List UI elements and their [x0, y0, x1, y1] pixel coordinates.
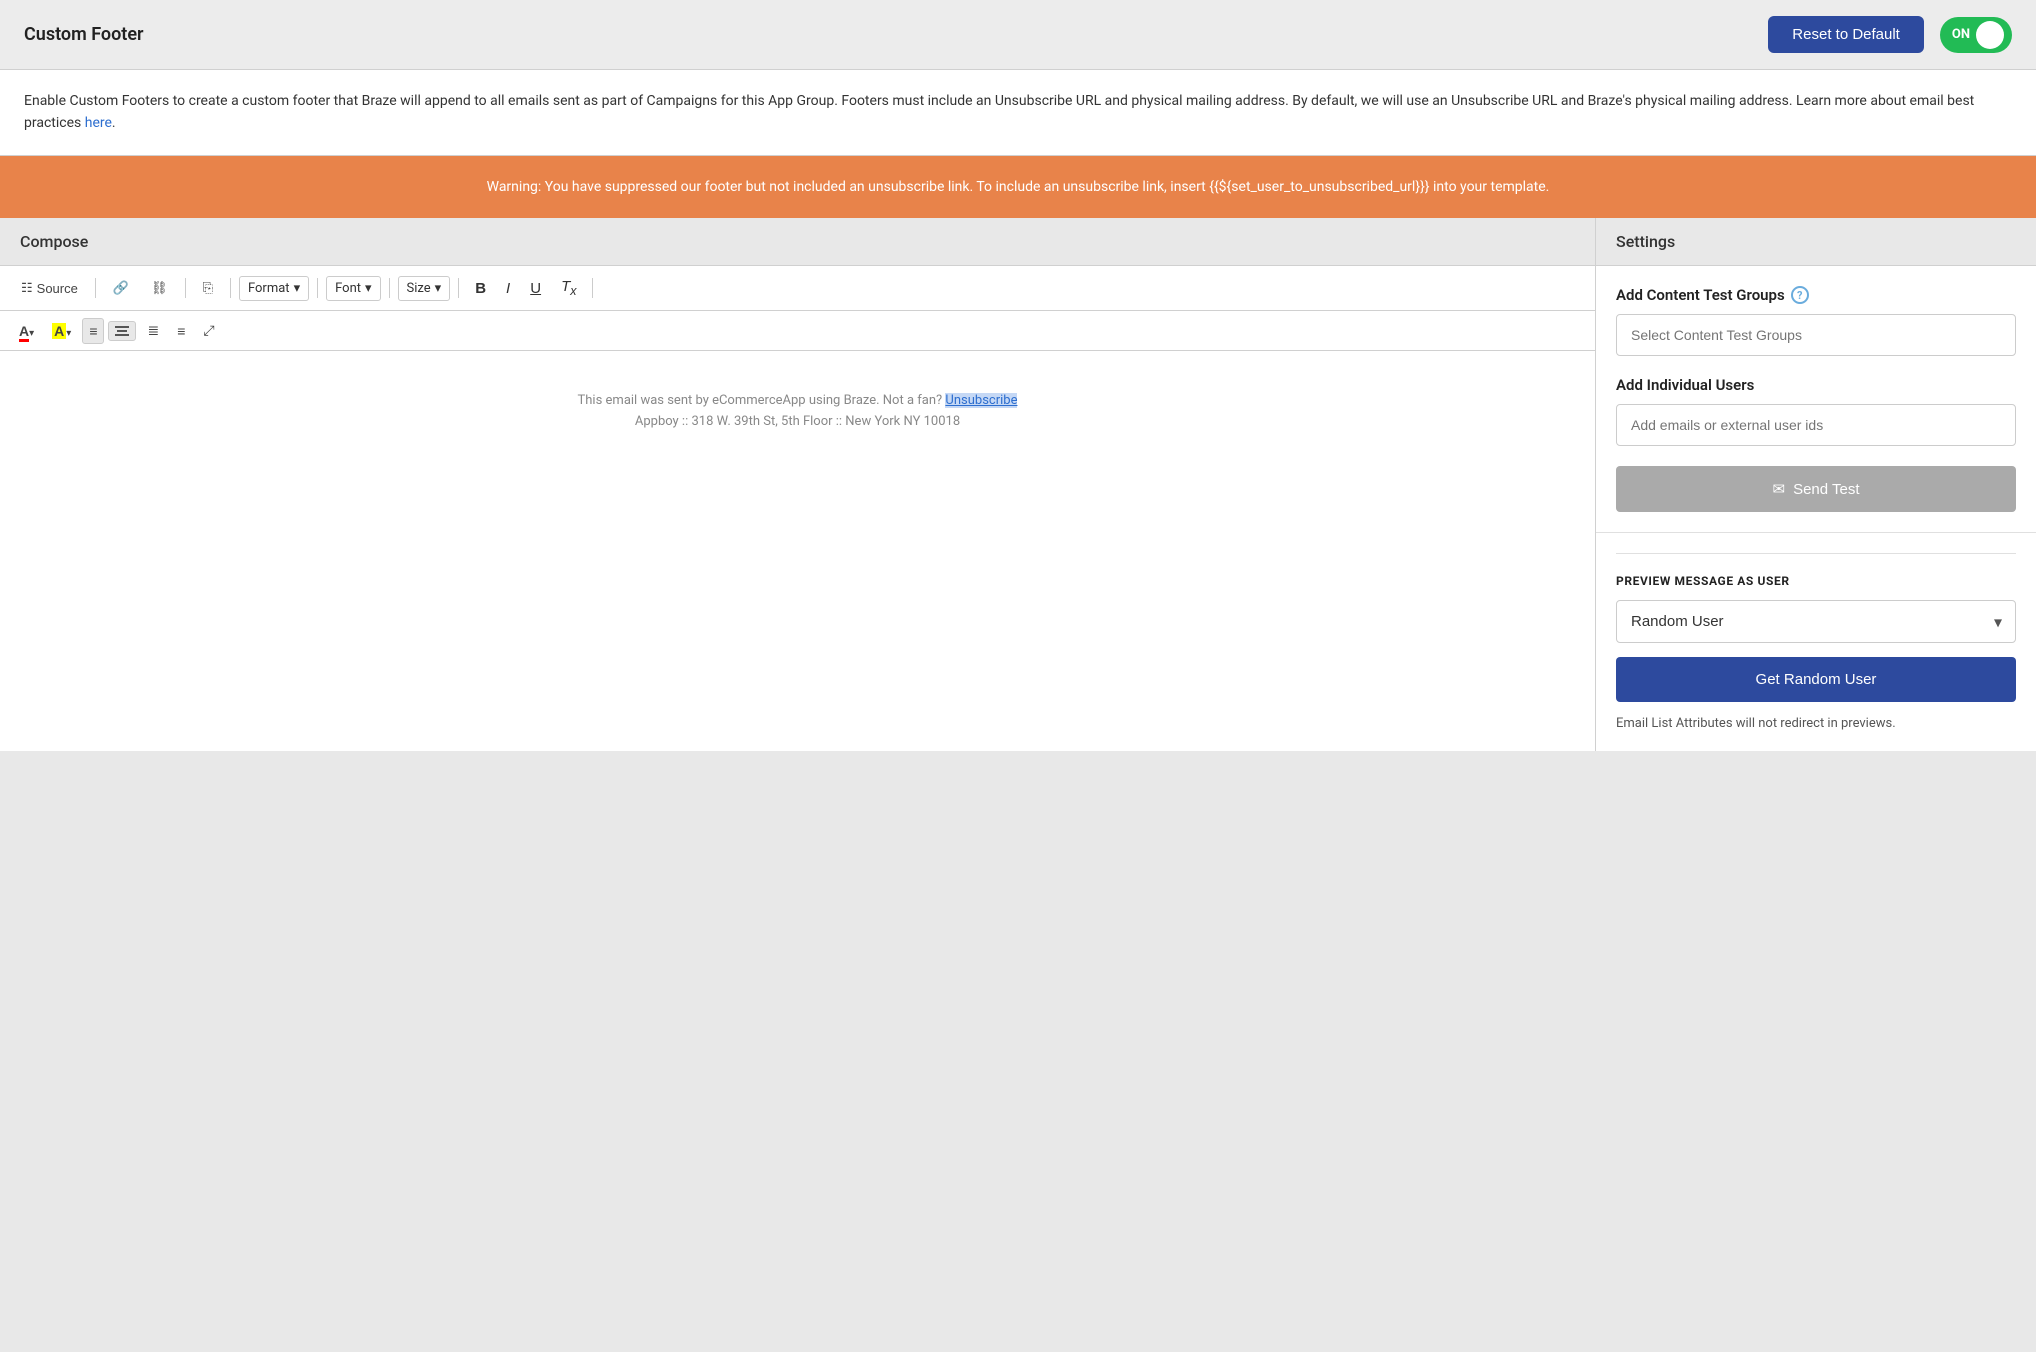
- warning-text: Warning: You have suppressed our footer …: [487, 179, 1550, 195]
- source-icon: ☷: [21, 280, 33, 296]
- preview-label: PREVIEW MESSAGE AS USER: [1616, 574, 2016, 588]
- format-select[interactable]: Format ▾: [239, 276, 309, 301]
- unsubscribe-link[interactable]: Unsubscribe: [945, 393, 1017, 408]
- header-actions: Reset to Default ON: [1768, 16, 2012, 53]
- reset-default-button[interactable]: Reset to Default: [1768, 16, 1924, 53]
- image-button[interactable]: ⎘: [194, 275, 222, 301]
- individual-users-section: Add Individual Users: [1616, 376, 2016, 446]
- content-test-groups-help-icon[interactable]: ?: [1791, 286, 1809, 304]
- main-content: Compose ☷ Source 🔗 ⛓ ⎘ Format ▾: [0, 218, 2036, 751]
- link-button[interactable]: 🔗: [104, 275, 138, 301]
- align-center-icon: [115, 326, 129, 336]
- editor-email-line2: Appboy :: 318 W. 39th St, 5th Floor :: N…: [635, 412, 960, 433]
- fullscreen-icon: ⤢: [203, 322, 214, 338]
- format-label: Format: [248, 281, 290, 296]
- send-test-label: Send Test: [1793, 481, 1859, 498]
- description-section: Enable Custom Footers to create a custom…: [0, 70, 2036, 156]
- content-test-groups-label-text: Add Content Test Groups: [1616, 286, 1785, 304]
- email-text-before-link: This email was sent by eCommerceApp usin…: [578, 393, 943, 408]
- settings-panel-header: Settings: [1596, 218, 2036, 266]
- custom-footer-toggle[interactable]: ON: [1940, 17, 2012, 53]
- editor-email-line1: This email was sent by eCommerceApp usin…: [578, 391, 1018, 412]
- toolbar-separator-7: [592, 278, 593, 298]
- unlink-icon: ⛓: [151, 280, 168, 296]
- toggle-circle: [1976, 21, 2004, 49]
- preview-select-wrapper: Random User Specific User: [1616, 600, 2016, 643]
- editor-toolbar-row1: ☷ Source 🔗 ⛓ ⎘ Format ▾ Font ▾: [0, 266, 1595, 311]
- font-chevron: ▾: [365, 281, 372, 296]
- unlink-button[interactable]: ⛓: [142, 275, 177, 301]
- highlight-color-button[interactable]: A▾: [45, 318, 78, 344]
- page-title: Custom Footer: [24, 24, 144, 45]
- individual-users-label: Add Individual Users: [1616, 376, 2016, 394]
- align-left-icon: ≡: [89, 323, 97, 339]
- settings-panel: Settings Add Content Test Groups ? Add I…: [1596, 218, 2036, 751]
- toolbar-separator-5: [389, 278, 390, 298]
- link-icon: 🔗: [113, 280, 129, 296]
- toolbar-separator-6: [458, 278, 459, 298]
- preview-note: Email List Attributes will not redirect …: [1616, 716, 2016, 731]
- here-link[interactable]: here: [85, 115, 112, 131]
- font-color-icon: A: [19, 323, 29, 342]
- source-label: Source: [37, 281, 78, 296]
- preview-user-select[interactable]: Random User Specific User: [1616, 600, 2016, 643]
- fullscreen-button[interactable]: ⤢: [196, 317, 221, 344]
- align-right-button[interactable]: ≣: [140, 317, 166, 344]
- description-text: Enable Custom Footers to create a custom…: [24, 93, 1974, 131]
- editor-toolbar-row2: A▾ A▾ ≡ ≣ ≡ ⤢: [0, 311, 1595, 351]
- highlight-color-icon: A: [52, 323, 66, 339]
- underline-button[interactable]: U: [522, 276, 549, 301]
- align-justify-button[interactable]: ≡: [170, 318, 192, 344]
- toolbar-separator-2: [185, 278, 186, 298]
- font-color-button[interactable]: A▾: [12, 318, 41, 344]
- content-test-groups-label: Add Content Test Groups ?: [1616, 286, 2016, 304]
- align-left-button[interactable]: ≡: [82, 318, 104, 344]
- get-random-user-button[interactable]: Get Random User: [1616, 657, 2016, 702]
- individual-users-input[interactable]: [1616, 404, 2016, 446]
- image-icon: ⎘: [203, 280, 213, 296]
- send-test-envelope-icon: ✉: [1772, 480, 1785, 498]
- size-label: Size: [407, 281, 431, 296]
- settings-divider: [1596, 532, 2036, 533]
- content-test-groups-input[interactable]: [1616, 314, 2016, 356]
- settings-content: Add Content Test Groups ? Add Individual…: [1596, 266, 2036, 751]
- preview-section: PREVIEW MESSAGE AS USER Random User Spec…: [1616, 553, 2016, 731]
- toggle-label: ON: [1952, 27, 1970, 42]
- align-justify-icon: ≡: [177, 323, 185, 339]
- compose-panel: Compose ☷ Source 🔗 ⛓ ⎘ Format ▾: [0, 218, 1596, 751]
- toolbar-separator-1: [95, 278, 96, 298]
- editor-content[interactable]: This email was sent by eCommerceApp usin…: [0, 351, 1595, 671]
- warning-banner: Warning: You have suppressed our footer …: [0, 156, 2036, 218]
- font-select[interactable]: Font ▾: [326, 276, 380, 301]
- format-chevron: ▾: [294, 281, 301, 296]
- bold-button[interactable]: B: [467, 276, 494, 301]
- page-header: Custom Footer Reset to Default ON: [0, 0, 2036, 70]
- italic-button[interactable]: I: [498, 276, 518, 301]
- align-right-icon: ≣: [147, 322, 159, 338]
- source-button[interactable]: ☷ Source: [12, 275, 87, 301]
- font-label: Font: [335, 281, 361, 296]
- strikethrough-icon: Tx: [561, 278, 576, 295]
- send-test-button[interactable]: ✉ Send Test: [1616, 466, 2016, 512]
- size-chevron: ▾: [435, 281, 442, 296]
- align-center-button[interactable]: [108, 321, 136, 341]
- strikethrough-button[interactable]: Tx: [553, 274, 584, 302]
- toolbar-separator-4: [317, 278, 318, 298]
- size-select[interactable]: Size ▾: [398, 276, 451, 301]
- toolbar-separator-3: [230, 278, 231, 298]
- compose-panel-header: Compose: [0, 218, 1595, 266]
- description-suffix: .: [112, 115, 116, 131]
- content-test-groups-section: Add Content Test Groups ?: [1616, 286, 2016, 356]
